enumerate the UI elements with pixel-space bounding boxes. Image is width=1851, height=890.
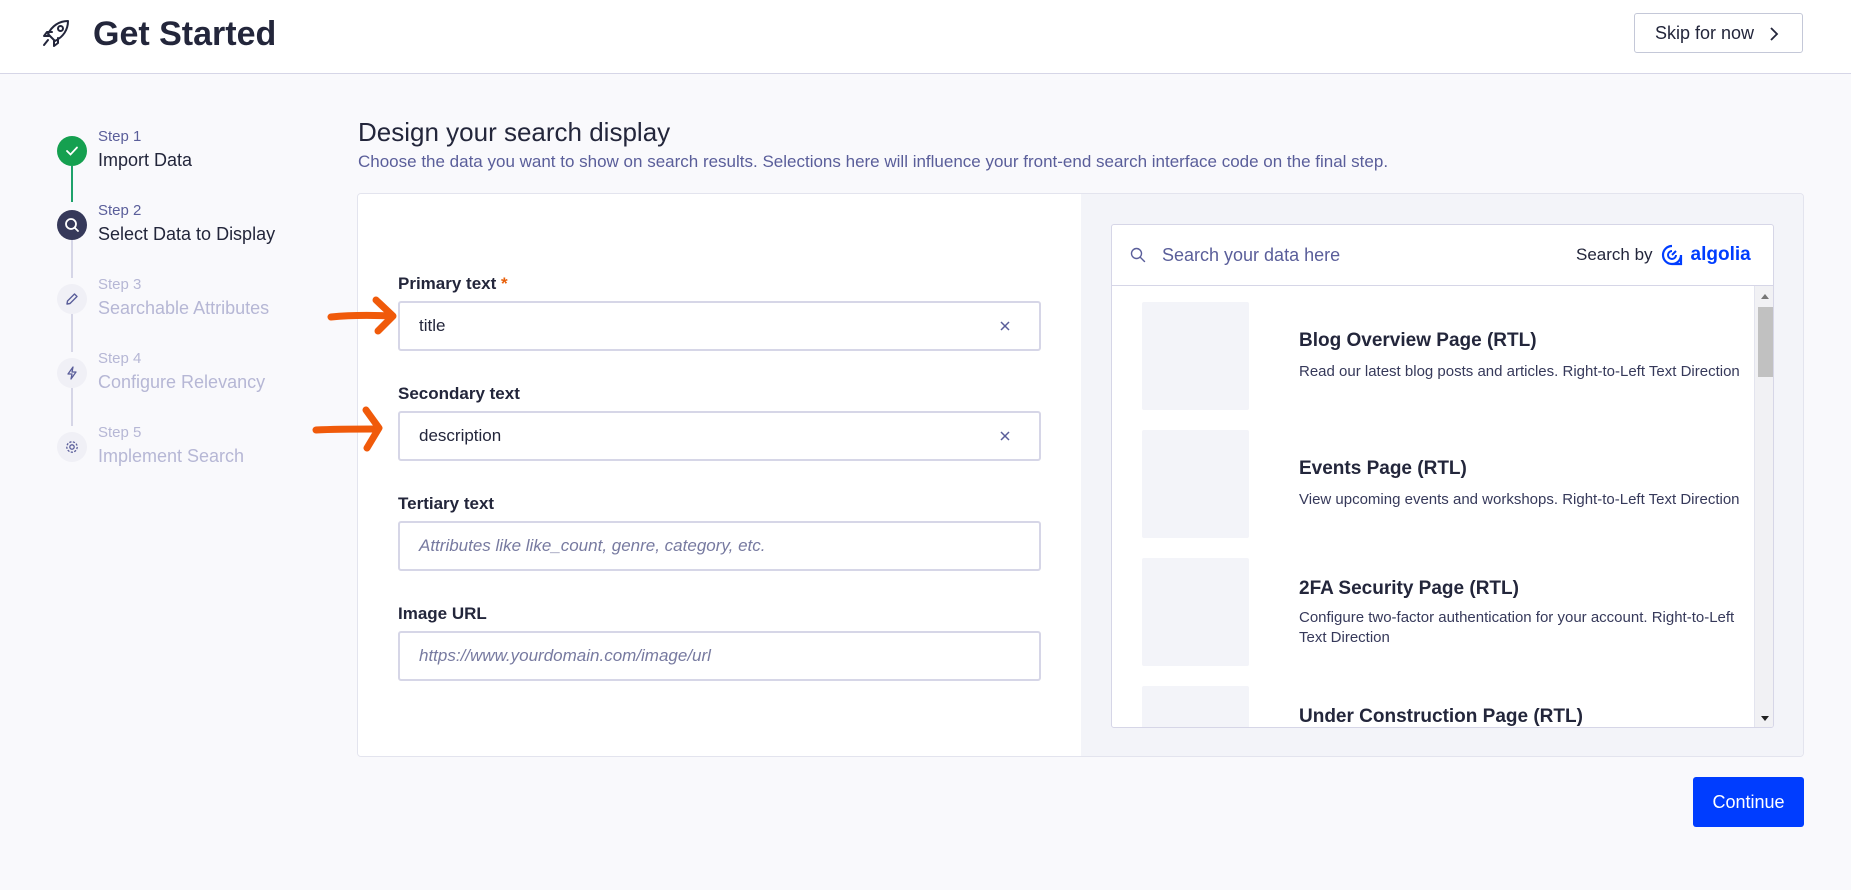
annotation-arrow-icon <box>312 406 383 452</box>
result-description: Configure two-factor authentication for … <box>1299 609 1735 646</box>
list-item[interactable]: Events Page (RTL) View upcoming events a… <box>1142 430 1742 538</box>
secondary-text-value: description <box>419 426 502 445</box>
list-item[interactable]: Blog Overview Page (RTL) Read our latest… <box>1142 302 1742 410</box>
step-label: Select Data to Display <box>98 224 276 244</box>
step-number: Step 4 <box>98 350 142 367</box>
tertiary-text-label: Tertiary text <box>398 494 495 513</box>
results-scrollbar[interactable] <box>1754 286 1773 727</box>
tertiary-text-placeholder: Attributes like like_count, genre, categ… <box>419 536 766 555</box>
skip-button-label: Skip for now <box>1655 22 1755 43</box>
annotation-arrow-icon <box>327 296 397 335</box>
result-thumbnail <box>1142 430 1249 538</box>
primary-text-label: Primary text * <box>398 274 508 293</box>
stepper: Step 1 Import Data Step 2 Select Data to… <box>56 128 316 478</box>
result-thumbnail <box>1142 686 1249 727</box>
clear-icon[interactable] <box>999 430 1011 442</box>
primary-text-input[interactable]: title <box>398 301 1041 351</box>
preview-search-bar[interactable]: Search your data here Search by algolia <box>1112 225 1773 286</box>
top-bar: Get Started Skip for now <box>0 0 1851 74</box>
search-input[interactable]: Search your data here <box>1162 245 1340 266</box>
algolia-logo-icon <box>1661 244 1682 266</box>
clear-icon[interactable] <box>999 320 1011 332</box>
step-number: Step 3 <box>98 276 142 293</box>
result-title: Under Construction Page (RTL) <box>1299 706 1583 727</box>
scroll-down-arrow-icon[interactable] <box>1761 716 1769 721</box>
scrollbar-thumb[interactable] <box>1758 307 1773 377</box>
step-implement-search[interactable]: Step 5 Implement Search <box>56 424 316 484</box>
image-url-input[interactable]: https://www.yourdomain.com/image/url <box>398 631 1041 681</box>
display-config-card: Primary text * title Secondary text desc… <box>357 193 1804 757</box>
section-subtitle: Choose the data you want to show on sear… <box>358 152 1389 171</box>
image-url-label: Image URL <box>398 604 487 623</box>
search-by-algolia: Search by algolia <box>1576 244 1751 266</box>
result-thumbnail <box>1142 302 1249 410</box>
preview-panel: Search your data here Search by algolia … <box>1081 194 1803 756</box>
tertiary-text-input[interactable]: Attributes like like_count, genre, categ… <box>398 521 1041 571</box>
continue-button[interactable]: Continue <box>1693 777 1804 827</box>
step-label: Searchable Attributes <box>98 298 270 318</box>
algolia-wordmark: algolia <box>1690 244 1751 265</box>
step-import-data[interactable]: Step 1 Import Data <box>56 128 316 188</box>
step-number: Step 1 <box>98 128 142 145</box>
check-icon <box>57 136 87 166</box>
scroll-up-arrow-icon[interactable] <box>1761 294 1769 299</box>
search-by-label: Search by <box>1576 245 1653 264</box>
lightning-icon <box>57 358 87 388</box>
secondary-text-input[interactable]: description <box>398 411 1041 461</box>
chevron-right-icon <box>1770 27 1779 41</box>
step-select-data[interactable]: Step 2 Select Data to Display <box>56 202 316 262</box>
list-item[interactable]: 2FA Security Page (RTL) Configure two-fa… <box>1142 558 1742 666</box>
result-title: Blog Overview Page (RTL) <box>1299 330 1537 351</box>
attribute-form: Primary text * title Secondary text desc… <box>358 194 1081 756</box>
required-marker: * <box>501 274 508 293</box>
secondary-text-label: Secondary text <box>398 384 520 403</box>
primary-text-value: title <box>419 316 446 335</box>
step-number: Step 5 <box>98 424 142 441</box>
skip-for-now-button[interactable]: Skip for now <box>1634 13 1803 53</box>
step-number: Step 2 <box>98 202 142 219</box>
result-title: 2FA Security Page (RTL) <box>1299 578 1519 599</box>
gear-icon <box>57 432 87 462</box>
search-preview: Search your data here Search by algolia … <box>1111 224 1774 728</box>
results-list: Blog Overview Page (RTL) Read our latest… <box>1112 286 1754 727</box>
step-label: Import Data <box>98 150 193 170</box>
search-icon <box>1130 247 1146 263</box>
page-title: Get Started <box>93 15 277 53</box>
section-title: Design your search display <box>358 117 671 147</box>
pencil-icon <box>57 284 87 314</box>
step-label: Implement Search <box>98 446 245 466</box>
step-configure-relevancy[interactable]: Step 4 Configure Relevancy <box>56 350 316 410</box>
result-description: View upcoming events and workshops. Righ… <box>1299 491 1740 508</box>
step-label: Configure Relevancy <box>98 372 266 392</box>
rocket-icon <box>43 20 69 47</box>
list-item[interactable]: Under Construction Page (RTL) <box>1142 686 1742 727</box>
result-title: Events Page (RTL) <box>1299 458 1467 479</box>
step-searchable-attributes[interactable]: Step 3 Searchable Attributes <box>56 276 316 336</box>
result-thumbnail <box>1142 558 1249 666</box>
search-icon <box>57 210 87 240</box>
image-url-placeholder: https://www.yourdomain.com/image/url <box>419 646 711 665</box>
result-description: Read our latest blog posts and articles.… <box>1299 363 1740 380</box>
